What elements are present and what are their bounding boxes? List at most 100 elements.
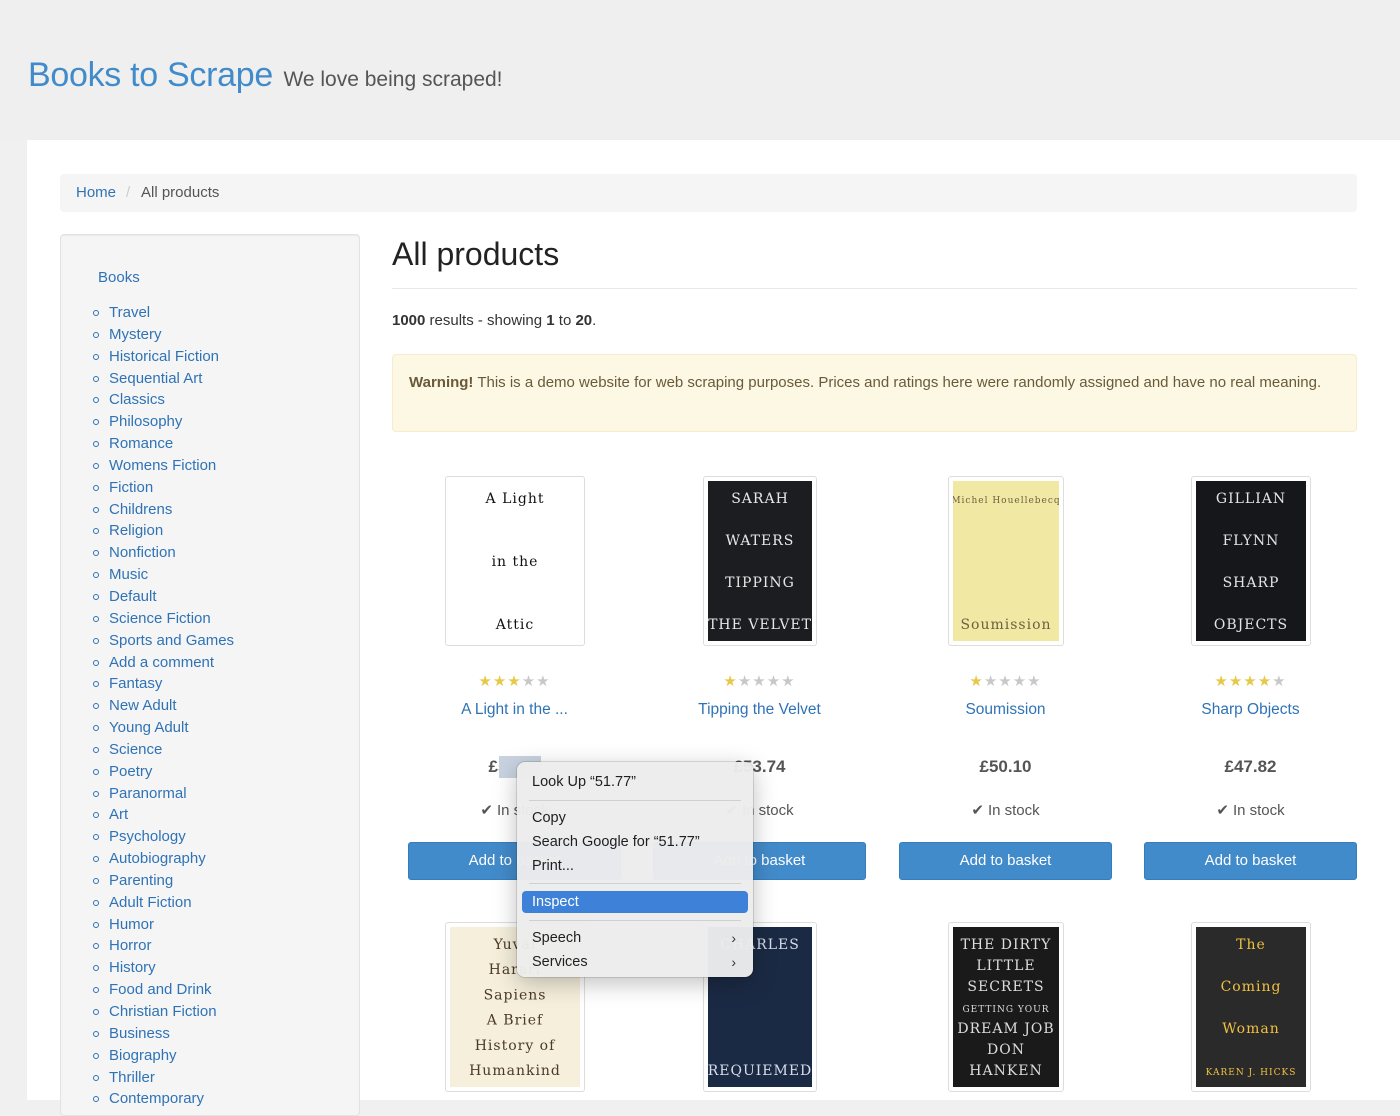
category-item: Christian Fiction: [92, 1001, 234, 1023]
category-link[interactable]: Autobiography: [109, 850, 206, 867]
product-price: £47.82: [1224, 757, 1277, 776]
category-item: Classics: [92, 389, 234, 411]
cover-text: A Light: [484, 491, 544, 507]
category-item: Science: [92, 739, 234, 761]
book-cover-image[interactable]: GILLIAN FLYNN SHARP OBJECTS: [1190, 476, 1311, 646]
category-item: Mystery: [92, 324, 234, 346]
category-link[interactable]: Classics: [109, 391, 165, 408]
breadcrumb: Home / All products: [60, 174, 1357, 212]
product-title-link[interactable]: Sharp Objects: [1144, 701, 1357, 719]
category-link[interactable]: Womens Fiction: [109, 457, 216, 474]
category-link[interactable]: Poetry: [109, 763, 152, 780]
category-link[interactable]: Travel: [109, 304, 150, 321]
category-item: Fiction: [92, 477, 234, 499]
book-cover-image[interactable]: SARAH WATERS TIPPING THE VELVET: [702, 476, 817, 646]
category-link[interactable]: Thriller: [109, 1069, 155, 1086]
product-title-link[interactable]: Tipping the Velvet: [653, 701, 866, 719]
cover-text: WATERS: [725, 533, 794, 549]
cover-text: LITTLE: [976, 958, 1035, 974]
category-link[interactable]: Add a comment: [109, 654, 214, 671]
stock-status: ✔In stock: [899, 801, 1112, 819]
category-link[interactable]: Sequential Art: [109, 370, 202, 387]
category-link[interactable]: Contemporary: [109, 1090, 204, 1107]
category-link[interactable]: Parenting: [109, 872, 173, 889]
category-link[interactable]: Historical Fiction: [109, 348, 219, 365]
category-item: Paranormal: [92, 783, 234, 805]
breadcrumb-home-link[interactable]: Home: [76, 184, 116, 201]
category-link[interactable]: Sports and Games: [109, 632, 234, 649]
category-link[interactable]: Childrens: [109, 501, 172, 518]
category-link[interactable]: Fantasy: [109, 675, 162, 692]
star-rating: ★★★★★: [899, 672, 1112, 690]
category-link[interactable]: History: [109, 959, 156, 976]
star-icon: ★: [1243, 673, 1258, 690]
site-header: Books to Scrape We love being scraped!: [0, 0, 1400, 140]
category-link[interactable]: Adult Fiction: [109, 894, 192, 911]
context-menu-inspect[interactable]: Inspect: [522, 891, 748, 913]
category-item: Philosophy: [92, 411, 234, 433]
cover-text: HANKEN: [969, 1063, 1043, 1079]
book-cover-image[interactable]: Michel Houellebecq Soumission: [947, 476, 1064, 646]
star-icon: ★: [983, 673, 999, 690]
category-item: Business: [92, 1023, 234, 1045]
cover-text: SARAH: [731, 491, 789, 507]
category-link[interactable]: Biography: [109, 1047, 177, 1064]
category-link[interactable]: Food and Drink: [109, 981, 212, 998]
book-cover-image[interactable]: THE DIRTY LITTLE SECRETS GETTING YOUR DREAM …: [947, 922, 1064, 1092]
sidebar-books-link[interactable]: Books: [98, 269, 140, 286]
context-menu-speech[interactable]: Speech ›: [522, 927, 748, 949]
star-icon: ★: [521, 673, 537, 690]
category-link[interactable]: Science: [109, 741, 162, 758]
category-link[interactable]: Art: [109, 806, 128, 823]
category-link[interactable]: Default: [109, 588, 157, 605]
star-icon: ★: [507, 673, 522, 690]
category-link[interactable]: Fiction: [109, 479, 153, 496]
star-icon: ★: [1228, 673, 1244, 690]
add-to-basket-button[interactable]: Add to basket: [899, 842, 1112, 880]
site-title-link[interactable]: Books to Scrape: [28, 56, 273, 94]
category-link[interactable]: Psychology: [109, 828, 186, 845]
category-link[interactable]: Nonfiction: [109, 544, 176, 561]
cover-text: SHARP: [1222, 575, 1279, 591]
category-link[interactable]: New Adult: [109, 697, 177, 714]
cover-text: Michel Houellebecq: [953, 496, 1059, 506]
category-link[interactable]: Business: [109, 1025, 170, 1042]
category-link[interactable]: Young Adult: [109, 719, 189, 736]
cover-text: GETTING YOUR: [962, 1005, 1049, 1015]
breadcrumb-current: All products: [141, 184, 220, 201]
star-rating: ★★★★★: [653, 672, 866, 690]
add-to-basket-button[interactable]: Add to basket: [1144, 842, 1357, 880]
category-link[interactable]: Humor: [109, 916, 154, 933]
category-item: Nonfiction: [92, 542, 234, 564]
context-menu-services[interactable]: Services ›: [522, 951, 748, 973]
star-icon: ★: [1012, 673, 1028, 690]
context-menu-copy[interactable]: Copy: [522, 807, 748, 829]
cover-text: SECRETS: [967, 979, 1044, 995]
context-menu-speech-label: Speech: [532, 930, 582, 946]
check-icon: ✔: [1216, 802, 1229, 819]
stock-status: ✔In stock: [1144, 801, 1357, 819]
product-title-link[interactable]: Soumission: [899, 701, 1112, 719]
book-cover-image[interactable]: The Coming Woman KAREN J. HICKS: [1190, 922, 1311, 1092]
category-link[interactable]: Science Fiction: [109, 610, 211, 627]
category-link[interactable]: Paranormal: [109, 785, 187, 802]
category-link[interactable]: Music: [109, 566, 148, 583]
product-title-link[interactable]: A Light in the ...: [408, 701, 621, 719]
category-link[interactable]: Romance: [109, 435, 173, 452]
cover-text: A Brief: [485, 1013, 543, 1029]
category-item: Horror: [92, 935, 234, 957]
context-menu-look-up[interactable]: Look Up “51.77”: [522, 771, 748, 793]
category-item: Parenting: [92, 870, 234, 892]
category-link[interactable]: Horror: [109, 937, 152, 954]
page-title: All products: [392, 236, 560, 272]
category-link[interactable]: Mystery: [109, 326, 162, 343]
category-item: Young Adult: [92, 717, 234, 739]
star-icon: ★: [752, 673, 767, 690]
context-menu-print[interactable]: Print...: [522, 855, 748, 877]
book-cover-image[interactable]: A Light in the Attic: [444, 476, 585, 646]
category-link[interactable]: Religion: [109, 522, 163, 539]
category-sidebar: Books Travel Mystery Historical Fiction Seq…: [60, 234, 360, 1116]
category-link[interactable]: Philosophy: [109, 413, 182, 430]
category-link[interactable]: Christian Fiction: [109, 1003, 217, 1020]
context-menu-search-google[interactable]: Search Google for “51.77”: [522, 831, 748, 853]
